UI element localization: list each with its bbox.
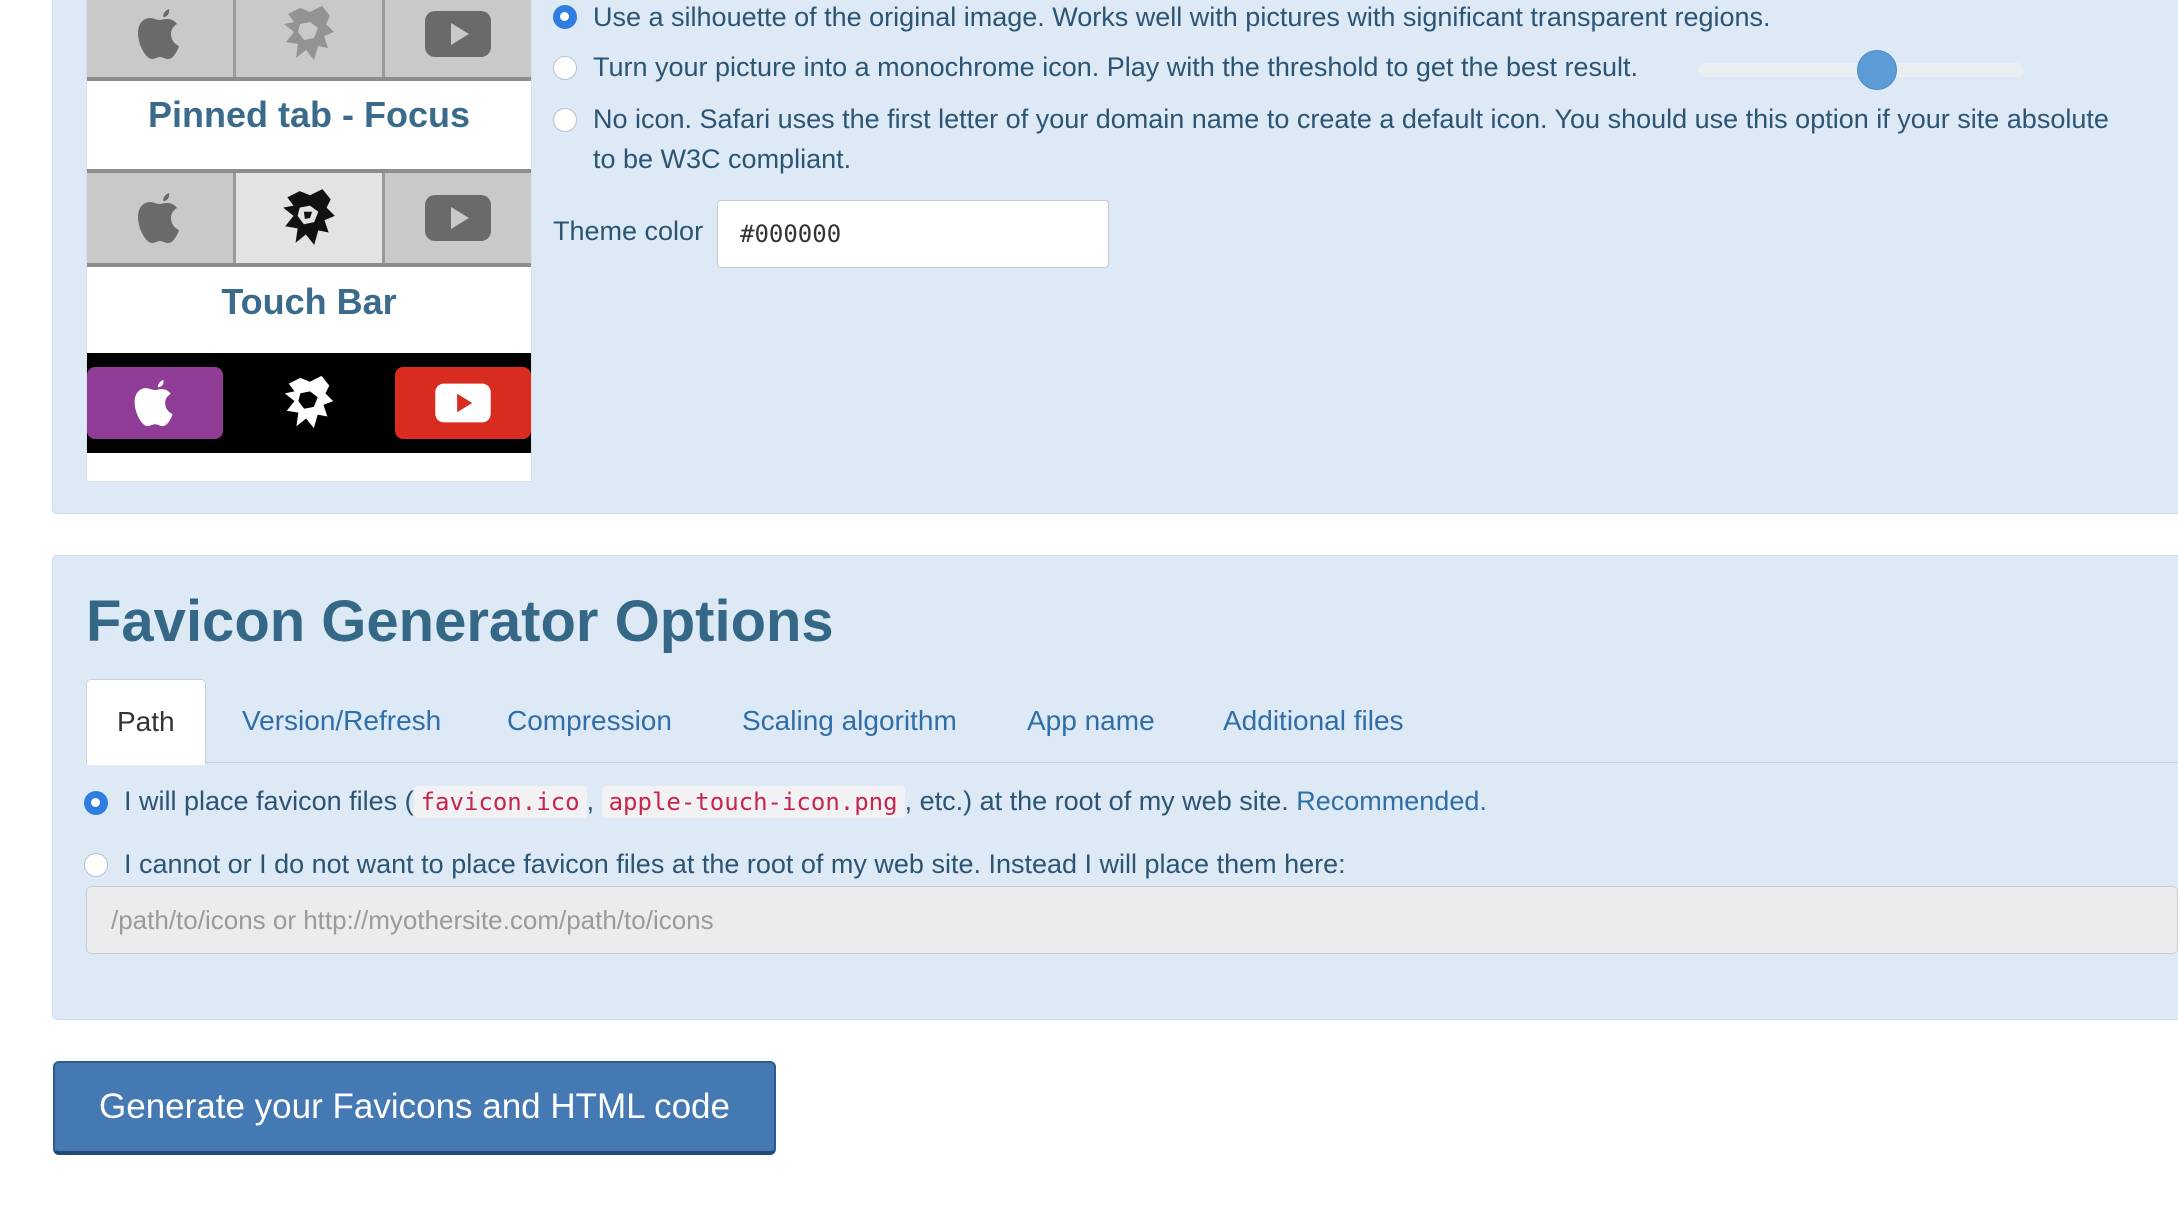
- theme-color-input[interactable]: #000000: [717, 200, 1109, 268]
- path-root-radio[interactable]: [84, 791, 108, 815]
- path-root-suffix: , etc.) at the root of my web site.: [904, 786, 1289, 816]
- tab-additional-files[interactable]: Additional files: [1223, 679, 1404, 763]
- monochrome-radio[interactable]: [553, 56, 577, 80]
- silhouette-radio[interactable]: [553, 5, 577, 29]
- pinned-tab-strip: [87, 0, 531, 81]
- options-tabs: Path Version/Refresh Compression Scaling…: [86, 679, 2178, 765]
- generate-favicons-button[interactable]: Generate your Favicons and HTML code: [53, 1061, 776, 1155]
- tab-compression[interactable]: Compression: [507, 679, 672, 763]
- touch-bar-youtube-button: [395, 367, 531, 439]
- lion-icon: [283, 189, 335, 245]
- tab-app-name[interactable]: App name: [1027, 679, 1155, 763]
- touch-bar-label: Touch Bar: [221, 281, 397, 322]
- youtube-icon: [425, 11, 491, 57]
- path-custom-radio[interactable]: [84, 853, 108, 877]
- preview-card: Pinned tab - Focus Touch Bar: [86, 0, 532, 482]
- touch-bar-lion-button: [241, 367, 377, 439]
- apple-icon: [138, 193, 179, 243]
- threshold-slider[interactable]: [1698, 50, 2024, 90]
- generator-options-title: Favicon Generator Options: [86, 589, 834, 654]
- tab-cell-lion-active: [236, 173, 385, 263]
- apple-icon: [134, 379, 173, 427]
- tab-cell-youtube: [385, 0, 531, 77]
- tab-cell-apple: [87, 0, 236, 77]
- pinned-tab-focus-strip: [87, 169, 531, 267]
- tab-path[interactable]: Path: [86, 679, 206, 765]
- youtube-icon: [425, 195, 491, 241]
- pinned-focus-label: Pinned tab - Focus: [147, 94, 470, 135]
- theme-color-label: Theme color: [553, 216, 704, 246]
- monochrome-radio-label: Turn your picture into a monochrome icon…: [593, 52, 1639, 82]
- custom-path-input[interactable]: /path/to/icons or http://myothersite.com…: [86, 886, 2178, 954]
- tab-cell-apple: [87, 173, 236, 263]
- apple-touch-icon-code: apple-touch-icon.png: [601, 786, 905, 818]
- no-icon-radio-label: No icon. Safari uses the first letter of…: [593, 104, 2109, 134]
- favicon-ico-code: favicon.ico: [413, 786, 587, 818]
- touch-bar-preview: [87, 353, 531, 453]
- path-custom-label: I cannot or I do not want to place favic…: [124, 849, 1346, 879]
- touch-bar-apple-button: [87, 367, 223, 439]
- tab-version-refresh[interactable]: Version/Refresh: [242, 679, 441, 763]
- no-icon-radio[interactable]: [553, 108, 577, 132]
- tab-cell-lion: [236, 0, 385, 77]
- recommended-text: Recommended.: [1296, 786, 1487, 816]
- lion-icon: [284, 375, 334, 429]
- tab-scaling-algorithm[interactable]: Scaling algorithm: [742, 679, 957, 763]
- path-root-text: I will place favicon files (: [124, 786, 414, 816]
- no-icon-radio-label-cont: to be W3C compliant.: [593, 144, 852, 174]
- path-root-sep: ,: [586, 786, 595, 816]
- silhouette-radio-label: Use a silhouette of the original image. …: [593, 2, 1771, 32]
- lion-icon: [284, 6, 334, 60]
- apple-icon: [138, 9, 179, 59]
- path-root-label: I will place favicon files (favicon.ico,…: [124, 786, 1487, 818]
- tab-cell-youtube: [385, 173, 531, 263]
- youtube-icon: [435, 383, 491, 423]
